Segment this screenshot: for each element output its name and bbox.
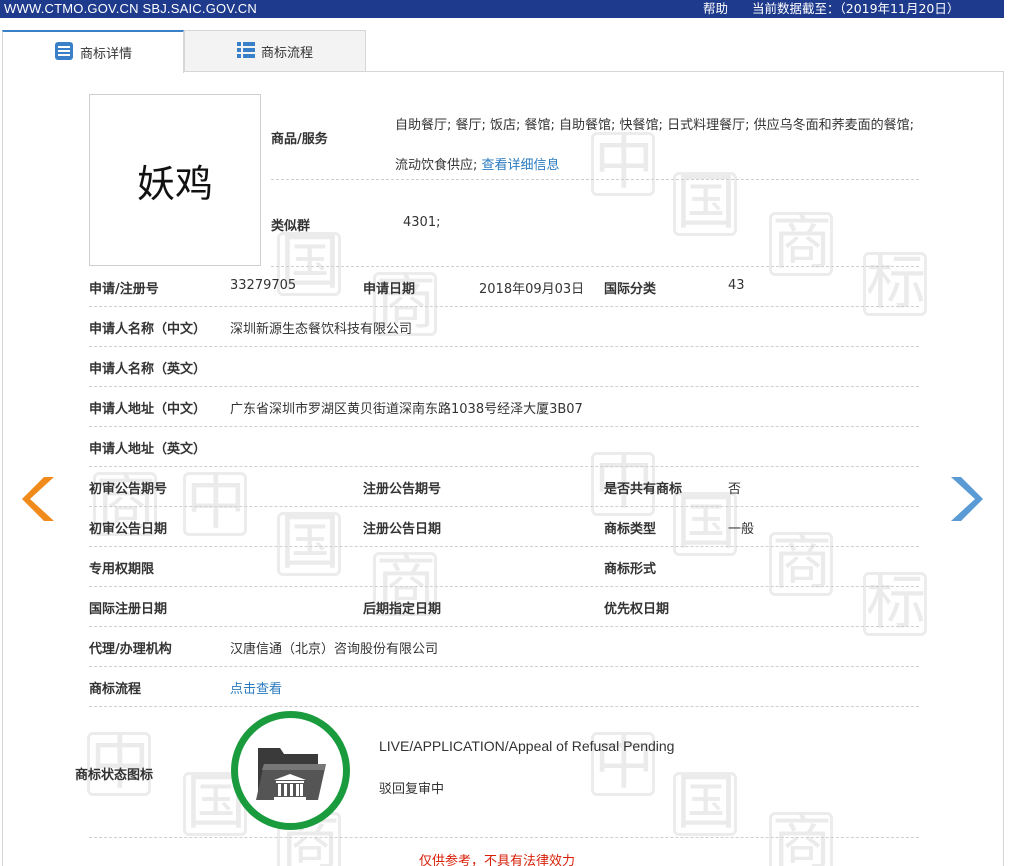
flow-view-link[interactable]: 点击查看 xyxy=(230,678,282,697)
intl-class-value: 43 xyxy=(728,278,745,293)
details-panel: 中 国 商 标 中 国 商 商 中 国 商 中 国 商 标 中 国 商 中 国 … xyxy=(2,71,1004,866)
similar-group-value: 4301; xyxy=(403,215,441,230)
tab-label: 商标流程 xyxy=(260,46,313,61)
tm-type-value: 一般 xyxy=(728,522,755,537)
divider xyxy=(89,546,919,547)
prelim-no-label: 初审公告期号 xyxy=(89,482,168,497)
applicant-cn-value: 深圳新源生态餐饮科技有限公司 xyxy=(230,322,413,337)
data-as-of-text: 当前数据截至：（2019年11月20日） xyxy=(752,1,960,16)
next-button[interactable] xyxy=(949,475,983,527)
intl-class-label: 国际分类 xyxy=(604,282,657,297)
address-en-label: 申请人地址（英文） xyxy=(89,442,207,457)
divider xyxy=(89,306,919,307)
reg-no-label: 申请/注册号 xyxy=(89,282,159,297)
reg-pub-date-label: 注册公告日期 xyxy=(363,522,442,537)
divider xyxy=(89,426,919,427)
divider xyxy=(271,266,919,267)
status-en: LIVE/APPLICATION/Appeal of Refusal Pendi… xyxy=(379,738,675,754)
status-icon-label: 商标状态图标 xyxy=(75,768,154,783)
priority-date-label: 优先权日期 xyxy=(604,602,670,617)
tab-label: 商标详情 xyxy=(79,47,132,62)
agent-value: 汉唐信通（北京）咨询股份有限公司 xyxy=(230,642,439,657)
trademark-image: 妖鸡 xyxy=(89,94,261,266)
address-cn-label: 申请人地址（中文） xyxy=(89,402,207,417)
status-badge xyxy=(231,711,350,830)
agent-label: 代理/办理机构 xyxy=(89,642,172,657)
divider xyxy=(271,179,919,180)
applicant-cn-label: 申请人名称（中文） xyxy=(89,322,207,337)
flow-label: 商标流程 xyxy=(89,682,142,697)
divider xyxy=(89,586,919,587)
list-icon xyxy=(54,41,74,65)
watermark-zhong: 中 xyxy=(183,472,247,536)
apply-date-value: 2018年09月03日 xyxy=(479,282,585,297)
goods-label: 商品/服务 xyxy=(271,132,328,147)
help-link[interactable]: 帮助 xyxy=(703,0,728,18)
trademark-name: 妖鸡 xyxy=(136,161,213,206)
divider xyxy=(89,706,919,707)
folder-courthouse-icon xyxy=(256,748,326,800)
watermark-guo: 国 xyxy=(673,772,737,836)
status-cn: 驳回复审中 xyxy=(379,782,445,797)
later-date-label: 后期指定日期 xyxy=(363,602,442,617)
goods-text: 自助餐厅; 餐厅; 饭店; 餐馆; 自助餐馆; 快餐馆; 日式料理餐厅; 供应乌… xyxy=(395,118,914,173)
site-urls: WWW.CTMO.GOV.CN SBJ.SAIC.GOV.CN xyxy=(4,1,257,16)
divider xyxy=(89,506,919,507)
goods-services: 自助餐厅; 餐厅; 饭店; 餐馆; 自助餐馆; 快餐馆; 日式料理餐厅; 供应乌… xyxy=(395,106,923,186)
top-bar: WWW.CTMO.GOV.CN SBJ.SAIC.GOV.CN 帮助 当前数据截… xyxy=(0,0,1004,18)
applicant-en-label: 申请人名称（英文） xyxy=(89,362,207,377)
tab-bar: 商标详情 商标流程 xyxy=(2,30,1004,73)
tab-trademark-flow[interactable]: 商标流程 xyxy=(184,30,366,72)
disclaimer: 仅供参考，不具有法律效力 xyxy=(419,854,576,866)
shared-label: 是否共有商标 xyxy=(604,482,683,497)
chevron-right-icon xyxy=(951,477,983,521)
address-cn-value: 广东省深圳市罗湖区黄贝街道深南东路1038号经泽大厦3B07 xyxy=(230,402,583,417)
view-details-link[interactable]: 查看详细信息 xyxy=(482,158,560,173)
divider xyxy=(89,626,919,627)
reg-pub-no-label: 注册公告期号 xyxy=(363,482,442,497)
divider xyxy=(89,666,919,667)
watermark-shang: 商 xyxy=(769,812,833,866)
chevron-left-icon xyxy=(22,477,54,521)
prelim-date-label: 初审公告日期 xyxy=(89,522,168,537)
exclusive-period-label: 专用权期限 xyxy=(89,562,155,577)
watermark-guo: 国 xyxy=(277,512,341,576)
divider xyxy=(89,386,919,387)
divider xyxy=(89,466,919,467)
divider xyxy=(89,346,919,347)
divider xyxy=(89,837,919,838)
tab-trademark-details[interactable]: 商标详情 xyxy=(2,30,184,73)
tm-type-label: 商标类型 xyxy=(604,522,657,537)
reg-no-value: 33279705 xyxy=(230,278,297,293)
grid-icon xyxy=(236,41,255,62)
shared-value: 否 xyxy=(728,482,742,497)
similar-group-label: 类似群 xyxy=(271,219,311,234)
intl-reg-date-label: 国际注册日期 xyxy=(89,602,168,617)
apply-date-label: 申请日期 xyxy=(363,282,416,297)
prev-button[interactable] xyxy=(22,475,56,527)
tm-form-label: 商标形式 xyxy=(604,562,657,577)
